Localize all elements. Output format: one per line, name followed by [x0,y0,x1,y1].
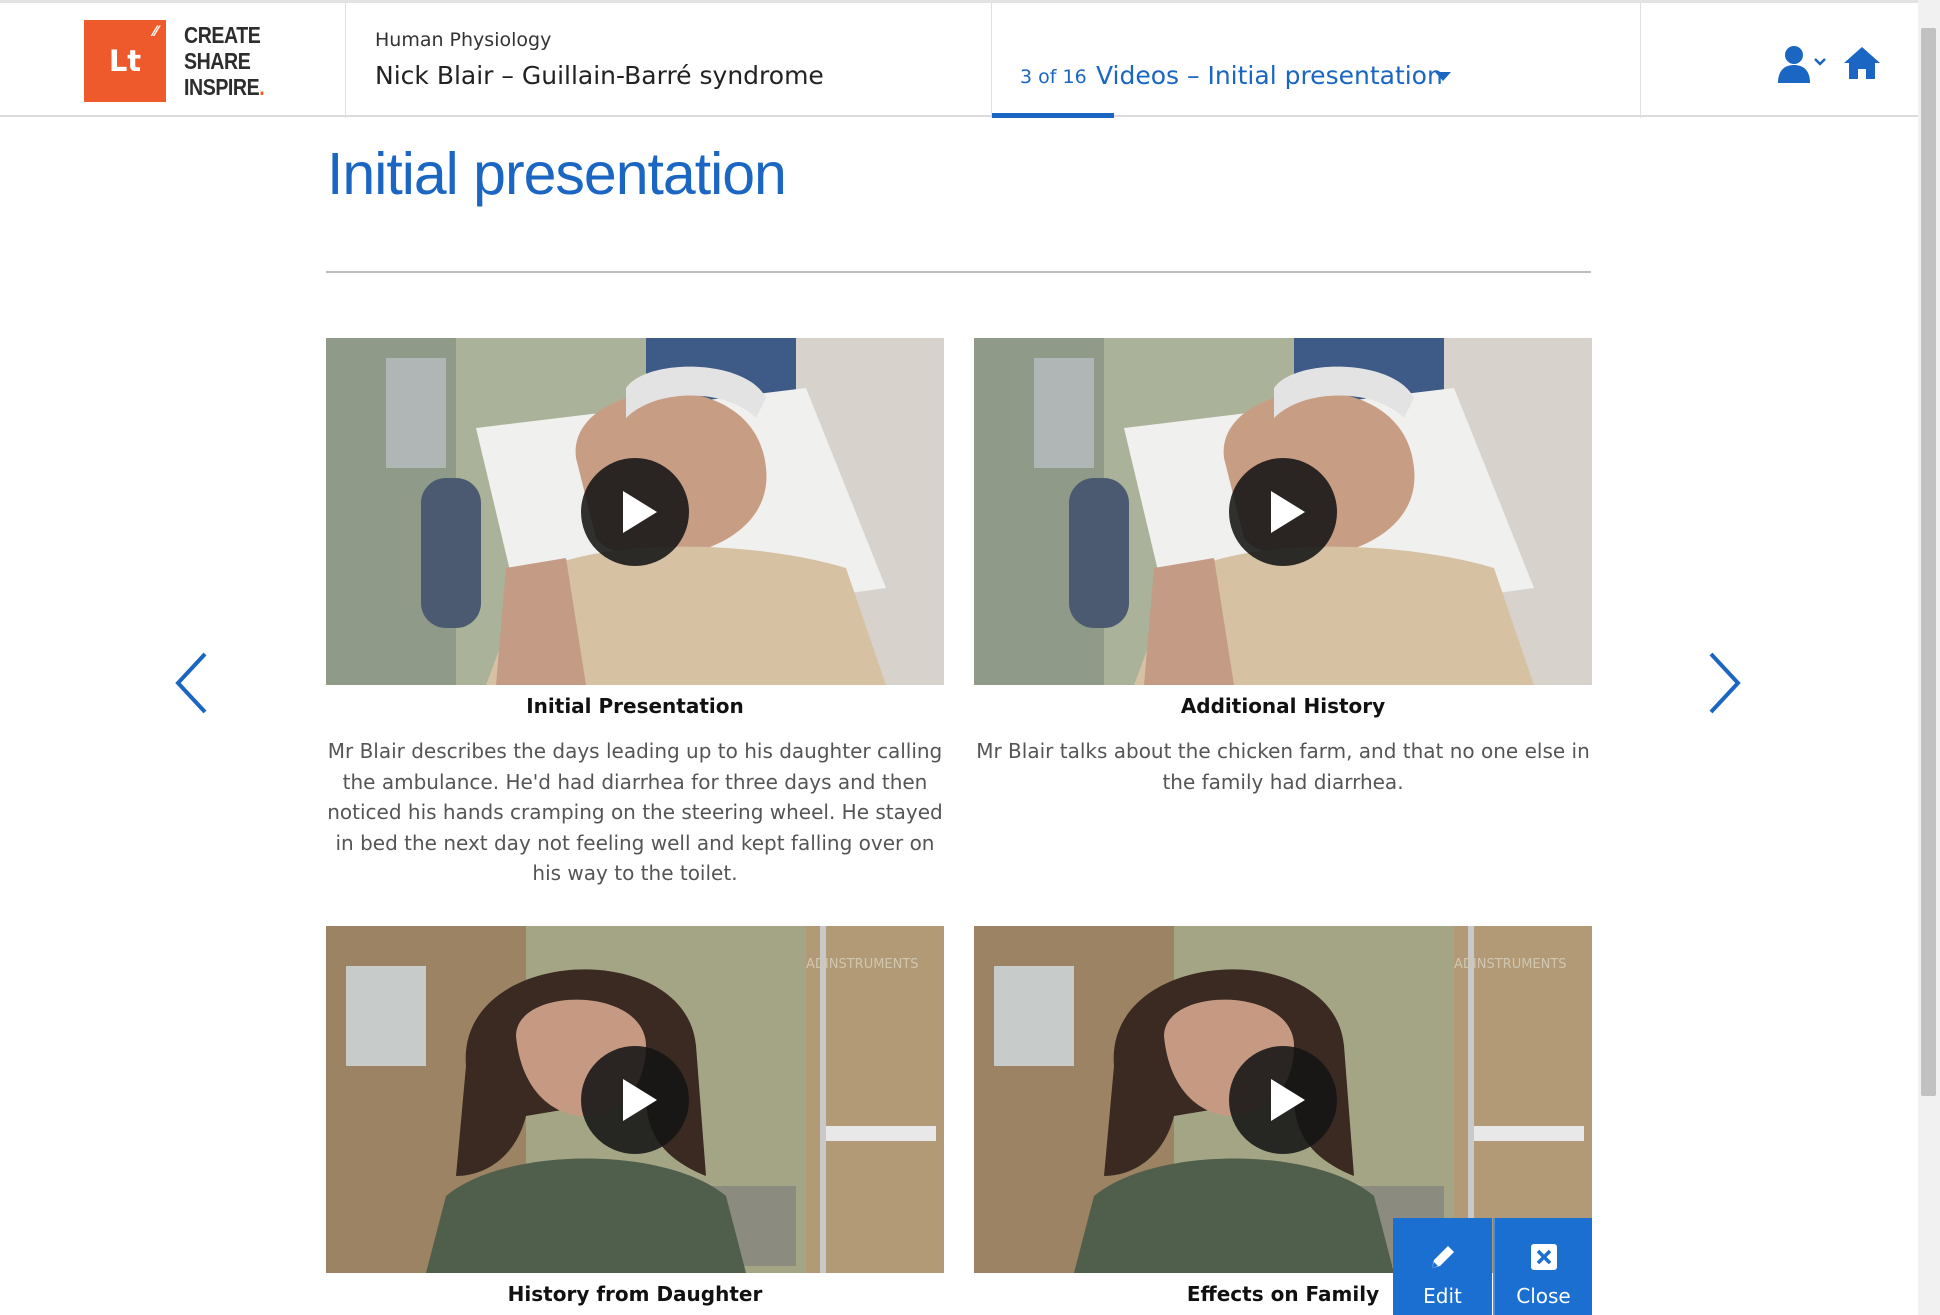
home-icon[interactable] [1843,45,1881,85]
heading-divider [326,271,1591,273]
caret-down-icon [1435,72,1451,81]
logo-line-create: CREATE [184,22,261,48]
play-icon[interactable] [581,458,689,566]
video-description: Mr Blair describes the days leading up t… [327,739,943,885]
chevron-left-icon[interactable] [172,650,212,720]
logo-mark: Lt ⁄⁄ [84,20,166,102]
close-label: Close [1516,1284,1571,1308]
svg-text:ADINSTRUMENTS: ADINSTRUMENTS [806,957,919,972]
course-info: Human Physiology Nick Blair – Guillain-B… [375,29,824,90]
user-menu-icon[interactable] [1776,45,1828,89]
video-thumbnail[interactable] [326,338,944,685]
logo-line-share: SHARE [184,48,251,74]
svg-text:ADINSTRUMENTS: ADINSTRUMENTS [1454,957,1567,972]
page-heading: Initial presentation [327,141,787,207]
logo-line-inspire: INSPIRE. [184,74,265,100]
top-bar: Lt ⁄⁄ CREATE SHARE INSPIRE. Human Physio… [0,0,1918,118]
current-page-title: Videos – Initial presentation [1096,61,1443,90]
divider [345,3,346,118]
logo-spark-icon: ⁄⁄ [153,24,158,40]
close-button[interactable]: Close [1493,1218,1592,1315]
scrollbar-thumb[interactable] [1921,28,1936,1096]
video-thumbnail[interactable]: ADINSTRUMENTS [326,926,944,1273]
video-title: Additional History [1180,694,1386,718]
video-title: History from Daughter [507,1282,763,1306]
page-navigator-dropdown[interactable]: 3 of 16 Videos – Initial presentation [992,3,1640,118]
edit-button[interactable]: Edit [1393,1218,1492,1315]
pencil-icon [1431,1246,1454,1268]
page-count: 3 of 16 [1020,66,1087,88]
chevron-right-icon[interactable] [1704,650,1744,720]
close-box-icon [1530,1244,1557,1270]
video-title: Initial Presentation [526,694,744,718]
divider [1640,3,1641,118]
play-icon[interactable] [581,1046,689,1154]
logo[interactable]: Lt ⁄⁄ CREATE SHARE INSPIRE. [84,20,278,102]
video-thumbnail[interactable] [974,338,1592,685]
course-name: Human Physiology [375,29,552,51]
play-icon[interactable] [1229,1046,1337,1154]
edit-label: Edit [1423,1284,1462,1308]
play-icon[interactable] [1229,458,1337,566]
progress-indicator [992,113,1114,118]
logo-mark-text: Lt [108,44,142,78]
video-description: Mr Blair talks about the chicken farm, a… [976,739,1590,794]
logo-tagline: CREATE SHARE INSPIRE. [184,22,265,100]
lesson-title: Nick Blair – Guillain-Barré syndrome [375,61,824,90]
